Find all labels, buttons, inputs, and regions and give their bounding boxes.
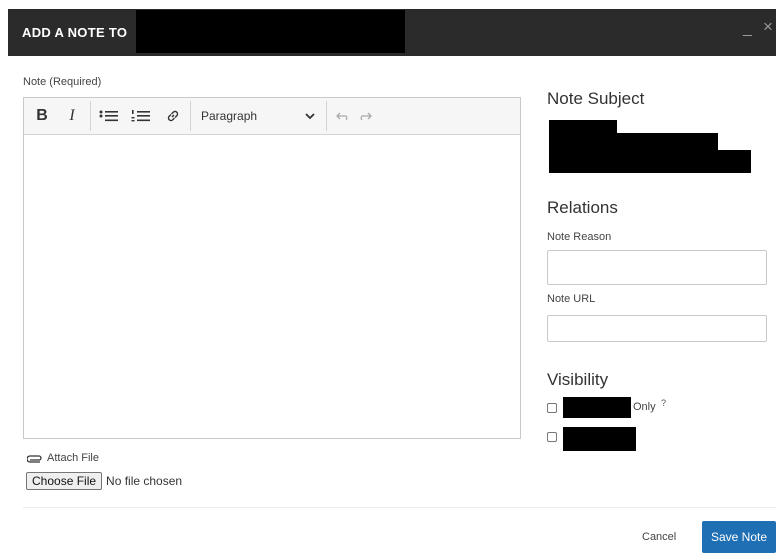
note-subject-heading: Note Subject [547,89,645,108]
chevron-down-icon [305,113,315,120]
redacted-title-text [136,10,405,53]
choose-file-button[interactable]: Choose File [26,472,103,490]
close-button[interactable]: × [763,17,773,37]
bulleted-list-icon[interactable] [98,106,120,126]
footer-divider [23,507,776,508]
save-note-button[interactable]: Save Note [702,521,776,553]
visibility-heading: Visibility [547,370,609,389]
visibility-checkbox-2[interactable] [547,432,557,442]
dialog-header: ADD A NOTE TO _ × [8,9,776,56]
attach-file-label: Attach File [47,452,99,464]
bold-button[interactable]: B [34,106,50,126]
redo-icon[interactable] [356,106,374,126]
visibility-checkbox-1[interactable] [547,403,557,413]
note-reason-label: Note Reason [547,231,612,243]
redacted-visibility-option [563,397,631,418]
paperclip-icon [27,455,42,463]
note-label: Note (Required) [23,76,102,88]
undo-icon[interactable] [334,106,352,126]
editor-toolbar: B I Paragraph [24,98,520,135]
help-icon[interactable]: ? [661,398,666,408]
dialog-title: ADD A NOTE TO [22,25,128,40]
note-reason-input[interactable] [547,250,767,285]
redacted-subject [549,133,718,151]
note-url-input[interactable] [547,315,767,342]
paragraph-select[interactable]: Paragraph [201,106,321,126]
paragraph-select-label: Paragraph [201,109,258,123]
add-note-dialog: ADD A NOTE TO _ × Note (Required) B I Pa… [0,0,776,558]
redacted-subject [549,150,751,173]
file-input: Choose File No file chosen [26,472,182,490]
minimize-button[interactable]: _ [743,20,752,38]
italic-button[interactable]: I [64,106,80,126]
link-icon[interactable] [163,106,183,126]
visibility-option-suffix: Only [633,401,656,413]
redacted-visibility-option [563,427,636,451]
note-editor: B I Paragraph [23,97,521,439]
numbered-list-icon[interactable] [130,106,152,126]
toolbar-divider [90,101,91,131]
cancel-button[interactable]: Cancel [642,531,676,543]
attach-file-link[interactable]: Attach File [27,452,99,464]
note-url-label: Note URL [547,293,596,305]
toolbar-divider [326,101,327,131]
relations-heading: Relations [547,198,618,217]
file-status: No file chosen [106,474,183,488]
note-text-area[interactable] [24,136,520,438]
toolbar-divider [190,101,191,131]
